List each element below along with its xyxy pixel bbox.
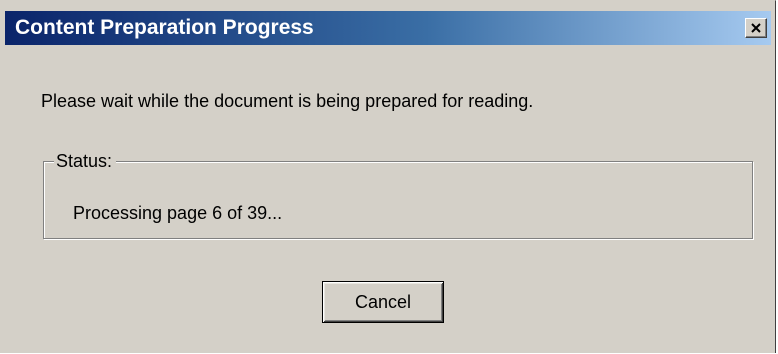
- status-text: Processing page 6 of 39...: [73, 203, 283, 223]
- dialog-title: Content Preparation Progress: [15, 16, 314, 39]
- close-icon: [751, 23, 761, 33]
- close-button[interactable]: [745, 18, 767, 38]
- title-bar[interactable]: Content Preparation Progress: [5, 11, 771, 45]
- progress-dialog: Content Preparation Progress Please wait…: [0, 0, 776, 353]
- status-label: Status:: [54, 150, 117, 172]
- status-groupbox: Status: Processing page 6 of 39...: [43, 150, 753, 239]
- cancel-button[interactable]: Cancel: [322, 281, 444, 323]
- wait-message: Please wait while the document is being …: [41, 91, 534, 111]
